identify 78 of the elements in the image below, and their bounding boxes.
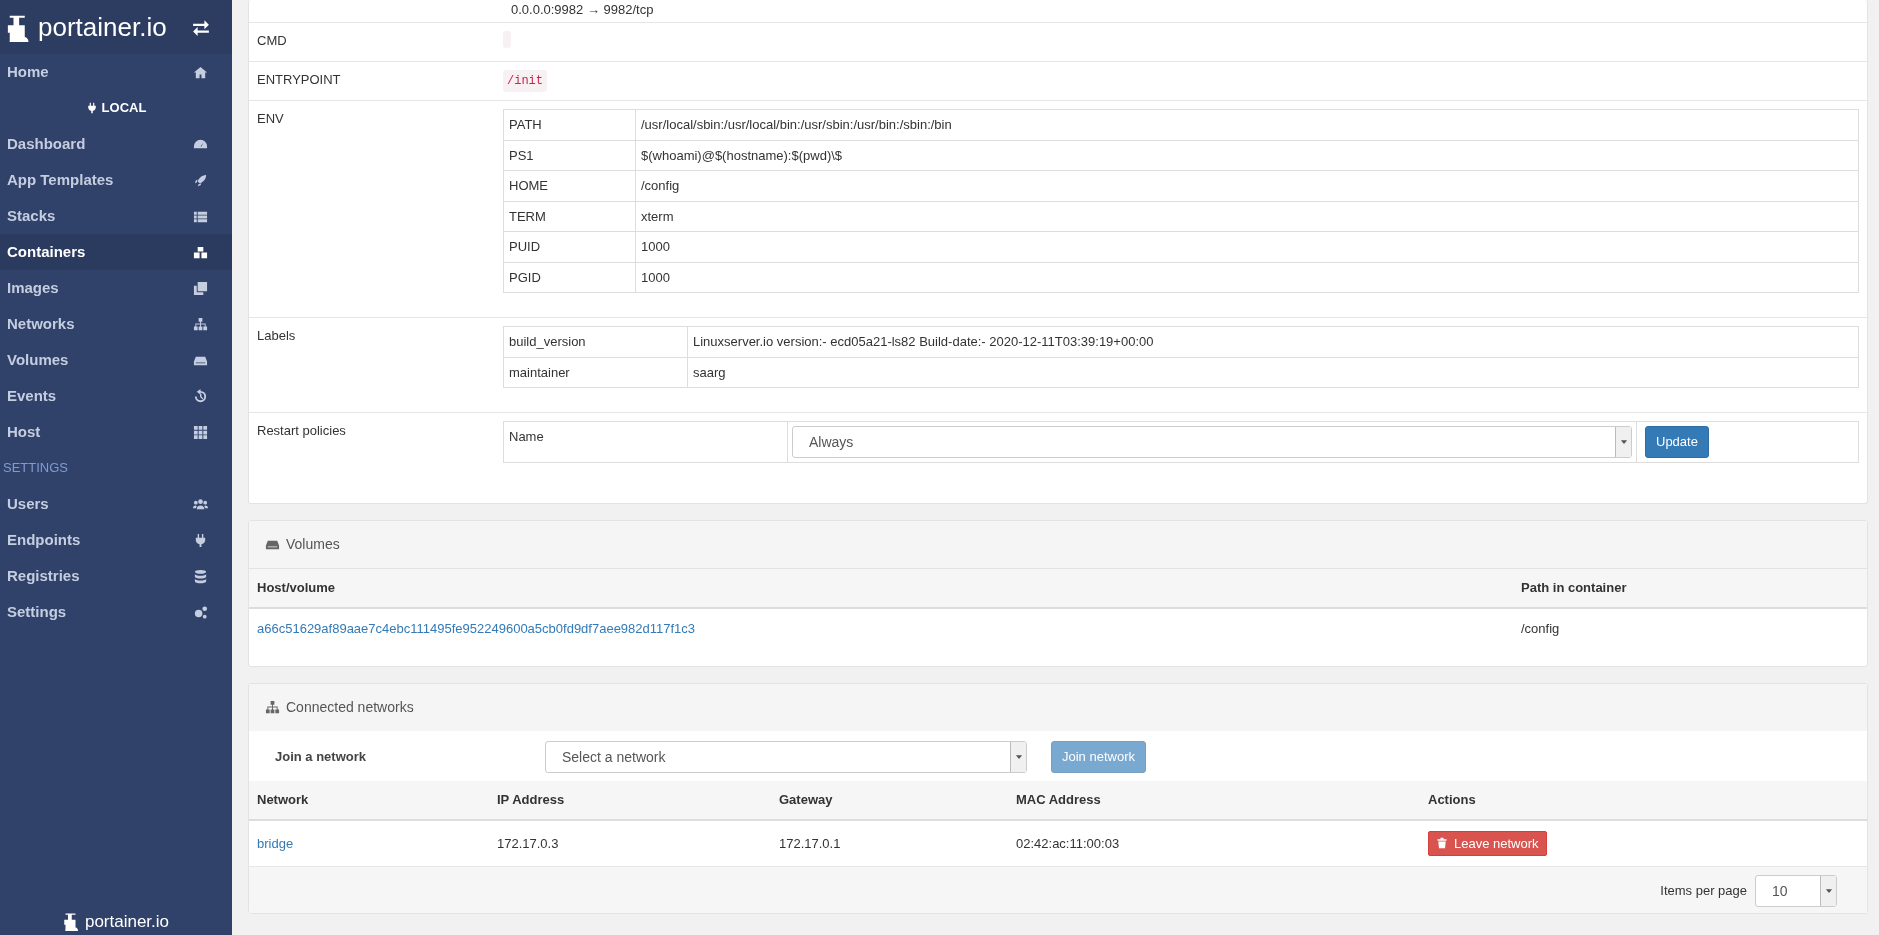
table-cell: 172.17.0.1 (771, 819, 1008, 866)
users-icon (193, 496, 208, 512)
grid-icon (193, 424, 208, 440)
network-link[interactable]: bridge (257, 835, 294, 851)
table-cell: /config (635, 170, 1859, 201)
table-cell: /config (1513, 607, 1867, 648)
field-label: Restart policies (257, 422, 347, 440)
sidebar-item[interactable]: App Templates (0, 162, 232, 198)
table-cell: PUID (503, 231, 636, 262)
column-header: Gateway (771, 781, 1008, 820)
sidebar-item[interactable]: Registries (0, 558, 232, 594)
field-label: ENTRYPOINT (257, 71, 342, 89)
field-label: CMD (257, 31, 288, 50)
column-header: Path in container (1513, 569, 1867, 608)
history-icon (193, 388, 208, 404)
port-mapping: 0.0.0.0:9982 → 9982/tcp (511, 2, 654, 17)
plug-icon (85, 102, 98, 114)
field-label: Labels (257, 327, 297, 345)
table-cell: TERM (503, 201, 636, 232)
sidebar-item[interactable]: Images (0, 270, 232, 306)
update-button[interactable]: Update (1645, 426, 1709, 458)
pagination-label: Items per page (1660, 882, 1747, 901)
logo-text: portainer.io (38, 14, 167, 40)
swap-icon (192, 18, 210, 36)
sidebar-item[interactable]: Settings (0, 594, 232, 630)
volume-link[interactable]: a66c51629af89aae7c4ebc111495fe952249600a5cb0fd9df7aee982d117f1c3 (257, 620, 696, 636)
field-label: ENV (257, 110, 285, 128)
card-title: Volumes (286, 535, 340, 554)
logo-text: portainer.io (84, 912, 170, 930)
items-per-page-select[interactable]: 10 (1755, 875, 1837, 907)
trash-icon (1436, 837, 1448, 850)
column-header: MAC Address (1008, 781, 1420, 820)
database-icon (193, 568, 208, 584)
sidebar-item[interactable]: Host (0, 414, 232, 450)
table-cell: maintainer (503, 357, 688, 388)
leave-network-button[interactable]: Leave network (1428, 830, 1547, 856)
column-header: IP Address (489, 781, 771, 820)
table-cell: PATH (503, 109, 636, 140)
copy-icon (193, 280, 208, 296)
sidebar-item[interactable]: Endpoints (0, 522, 232, 558)
table-cell: PGID (503, 262, 636, 293)
field-label: Join a network (275, 748, 368, 767)
policy-select[interactable]: Always (792, 426, 1632, 458)
sidebar-item[interactable]: Containers (0, 234, 232, 270)
sidebar-item[interactable]: Home (0, 54, 232, 90)
section-heading: SETTINGS (2, 459, 69, 478)
table-cell: Linuxserver.io version:- ecd05a21-ls82 Build-date:- 2020-12-11T03:39:19+00:00 (687, 326, 1859, 357)
sidebar-item[interactable]: Events (0, 378, 232, 414)
table-cell: 172.17.0.3 (489, 819, 771, 866)
table-cell: $(whoami)@$(hostname):$(pwd)\$ (635, 140, 1859, 171)
code-value: /init (503, 70, 547, 92)
table-cell: HOME (503, 170, 636, 201)
column-header: Network (249, 781, 489, 820)
sidebar-item[interactable]: Stacks (0, 198, 232, 234)
column-header: Actions (1420, 781, 1867, 820)
sitemap-icon (265, 700, 280, 715)
table-cell: Name (503, 421, 788, 463)
network-select[interactable]: Select a network (545, 741, 1027, 773)
table-cell: /usr/local/sbin:/usr/local/bin:/usr/sbin:/usr/bin:/sbin:/bin (635, 109, 1859, 140)
table-cell: 1000 (635, 262, 1859, 293)
table-cell: PS1 (503, 140, 636, 171)
home-icon (193, 64, 208, 80)
table-cell: saarg (687, 357, 1859, 388)
sitemap-icon (193, 316, 208, 332)
endpoint-label: LOCAL (101, 99, 147, 118)
column-header: Host/volume (249, 569, 1513, 608)
sidebar-item[interactable]: Dashboard (0, 126, 232, 162)
sidebar-item[interactable]: Users (0, 486, 232, 522)
sidebar-item[interactable]: Volumes (0, 342, 232, 378)
table-cell: xterm (635, 201, 1859, 232)
card-title: Connected networks (286, 698, 414, 717)
rocket-icon (193, 172, 208, 188)
cubes-icon (193, 244, 208, 260)
table-cell: 1000 (635, 231, 1859, 262)
sidebar-item[interactable]: Networks (0, 306, 232, 342)
plug-icon (193, 532, 208, 548)
table-cell: build_version (503, 326, 688, 357)
table-cell: 02:42:ac:11:00:03 (1008, 819, 1420, 866)
